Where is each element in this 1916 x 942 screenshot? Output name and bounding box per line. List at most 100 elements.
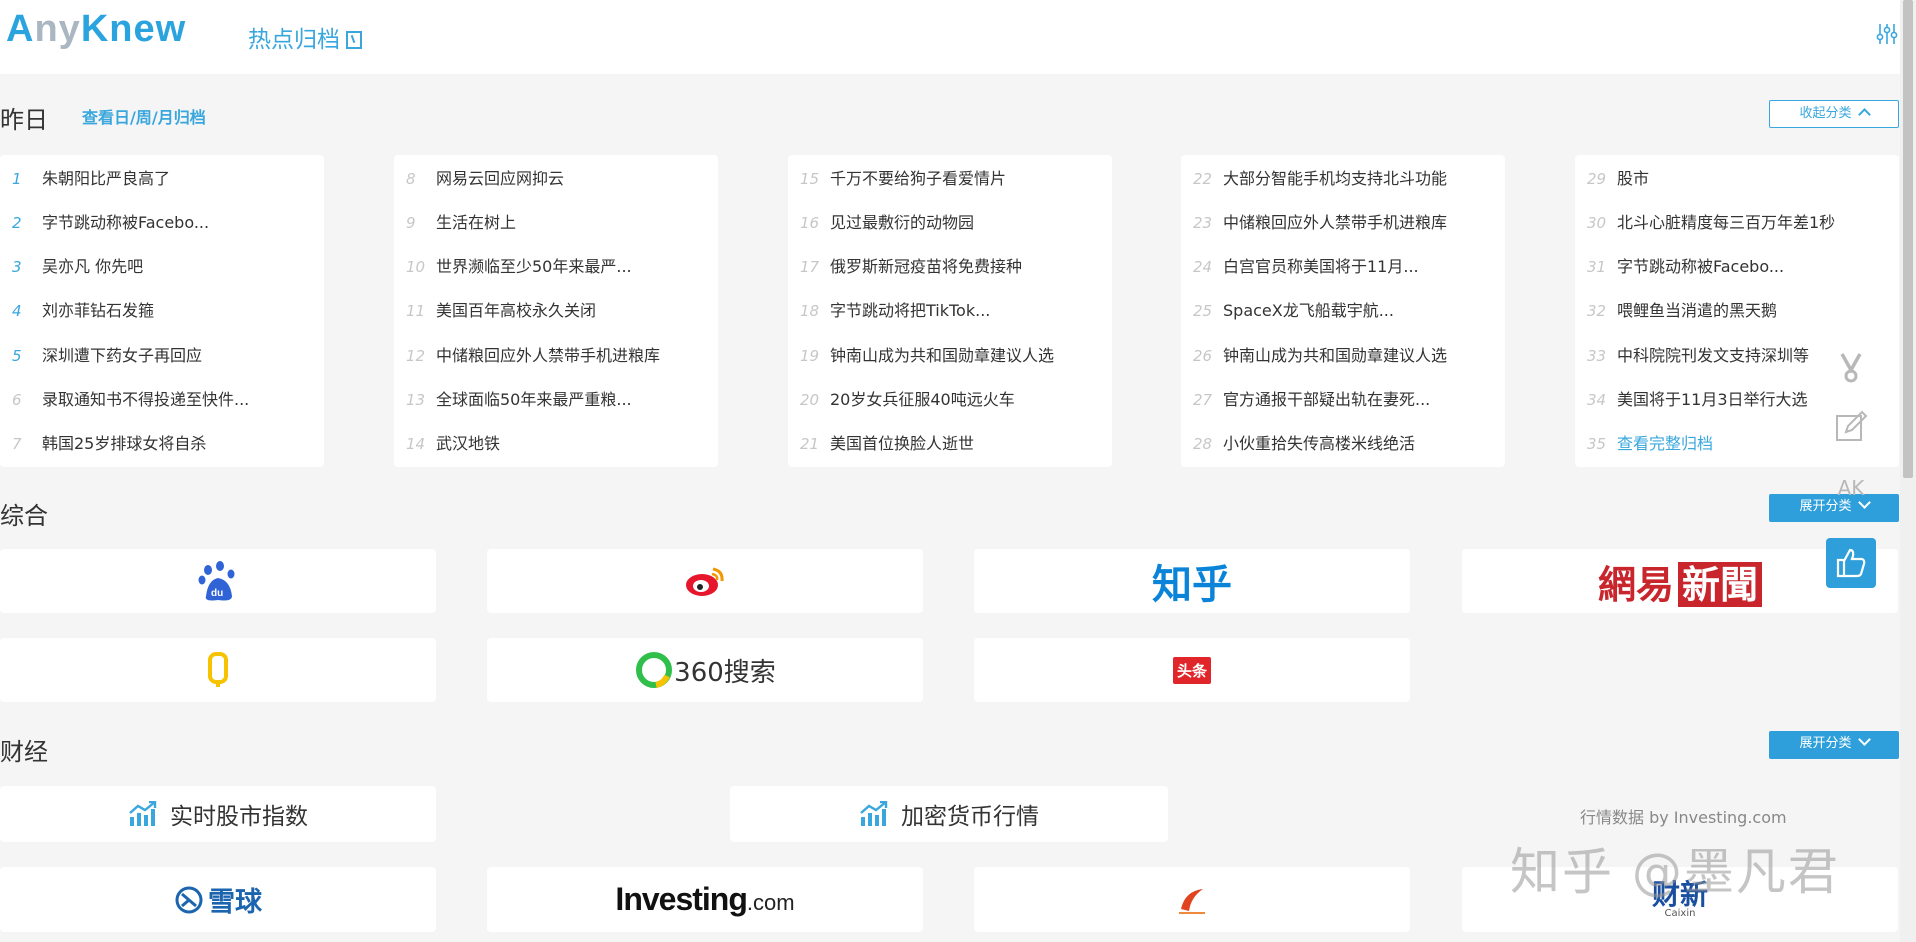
rank-number: 11 xyxy=(406,302,426,320)
360-search-card[interactable]: 360搜索 xyxy=(487,638,923,702)
rank-item[interactable]: 6 录取通知书不得投递至快件... xyxy=(0,385,324,415)
rank-title: 白宫官员称美国将于11月... xyxy=(1223,257,1419,276)
yesterday-title: 昨日 xyxy=(0,106,48,134)
rank-number: 13 xyxy=(406,391,426,409)
baidu-card[interactable]: du xyxy=(0,549,436,613)
finance-expand-button[interactable]: 展开分类 xyxy=(1769,731,1899,759)
edit-button[interactable] xyxy=(1826,402,1876,452)
rank-number: 18 xyxy=(800,302,820,320)
ak-button[interactable]: AK xyxy=(1826,463,1876,513)
rank-item[interactable]: 4 刘亦菲钻石发箍 xyxy=(0,296,324,326)
rank-number: 22 xyxy=(1193,170,1213,188)
rank-number: 19 xyxy=(800,347,820,365)
general-title: 综合 xyxy=(0,502,48,530)
rank-item[interactable]: 14 武汉地铁 xyxy=(394,429,718,459)
rank-item[interactable]: 1 朱朝阳比严良高了 xyxy=(0,164,324,194)
eastmoney-card[interactable] xyxy=(974,867,1410,932)
investing-logo-text: Investing xyxy=(615,881,747,917)
rank-item[interactable]: 30 北斗心脏精度每三百万年差1秒 xyxy=(1575,208,1899,238)
rank-column: 1 朱朝阳比严良高了 2 字节跳动称被Facebo... 3 吴亦凡 你先吧 4 刘亦菲钻石发… xyxy=(0,155,324,467)
rank-title: 千万不要给狗子看爱情片 xyxy=(830,169,1007,188)
rank-item[interactable]: 9 生活在树上 xyxy=(394,208,718,238)
rank-number: 32 xyxy=(1587,302,1607,320)
360-logo-text: 360搜索 xyxy=(674,657,776,688)
rank-title: 吴亦凡 你先吧 xyxy=(42,257,144,276)
toutiao-card[interactable]: 头条 xyxy=(974,638,1410,702)
rank-item[interactable]: 17 俄罗斯新冠疫苗将免费接种 xyxy=(788,252,1112,282)
rank-item[interactable]: 5 深圳遭下药女子再回应 xyxy=(0,341,324,371)
rank-title: 深圳遭下药女子再回应 xyxy=(42,346,203,365)
logo-part-knew: Knew xyxy=(80,8,187,50)
chart-up-icon xyxy=(860,801,888,826)
rank-item[interactable]: 20 20岁女兵征服40吨远火车 xyxy=(788,385,1112,415)
rank-item[interactable]: 3 吴亦凡 你先吧 xyxy=(0,252,324,282)
rank-title: 全球面临50年来最严重粮... xyxy=(436,390,632,409)
rank-item[interactable]: 24 白宫官员称美国将于11月... xyxy=(1181,252,1505,282)
rank-item[interactable]: 11 美国百年高校永久关闭 xyxy=(394,296,718,326)
scissors-icon xyxy=(1840,353,1862,383)
rank-item[interactable]: 19 钟南山成为共和国勋章建议人选 xyxy=(788,341,1112,371)
rank-title: 字节跳动将把TikTok... xyxy=(830,301,991,320)
anyknew-logo[interactable]: AnyKnew xyxy=(6,8,186,51)
rank-title: 字节跳动称被Facebo... xyxy=(42,213,210,232)
zhihu-card[interactable]: 知乎 xyxy=(974,549,1410,613)
archive-period-link[interactable]: 查看日/周/月归档 xyxy=(82,104,206,128)
like-button[interactable] xyxy=(1826,538,1876,588)
rank-item[interactable]: 13 全球面临50年来最严重粮... xyxy=(394,385,718,415)
rank-item[interactable]: 25 SpaceX龙飞船载宇航... xyxy=(1181,296,1505,326)
eastmoney-logo-icon xyxy=(1179,888,1205,914)
rank-number: 10 xyxy=(406,258,426,276)
collapse-category-button[interactable]: 收起分类 xyxy=(1769,100,1899,128)
xueqiu-card[interactable]: 雪球 xyxy=(0,867,436,932)
rank-item[interactable]: 12 中储粮回应外人禁带手机进粮库 xyxy=(394,341,718,371)
rank-item[interactable]: 7 韩国25岁排球女将自杀 xyxy=(0,429,324,459)
rank-item[interactable]: 8 网易云回应网抑云 xyxy=(394,164,718,194)
rank-item[interactable]: 29 股市 xyxy=(1575,164,1899,194)
rank-number: 4 xyxy=(12,302,22,320)
rank-title: 中储粮回应外人禁带手机进粮库 xyxy=(1223,213,1448,232)
rank-item[interactable]: 18 字节跳动将把TikTok... xyxy=(788,296,1112,326)
rank-title: 北斗心脏精度每三百万年差1秒 xyxy=(1617,213,1836,232)
wangyi-news-box: 新聞 xyxy=(1678,561,1763,607)
rank-number: 2 xyxy=(12,214,22,232)
rank-title: 美国首位换脸人逝世 xyxy=(830,434,975,453)
rank-item[interactable]: 10 世界濒临至少50年来最严... xyxy=(394,252,718,282)
scrollbar-thumb[interactable] xyxy=(1903,0,1913,478)
rank-title: 刘亦菲钻石发箍 xyxy=(42,301,155,320)
rank-item[interactable]: 32 喂鲤鱼当消遣的黑天鹅 xyxy=(1575,296,1899,326)
rank-item[interactable]: 26 钟南山成为共和国勋章建议人选 xyxy=(1181,341,1505,371)
rank-title: 录取通知书不得投递至快件... xyxy=(42,390,250,409)
investing-logo: Investing.com xyxy=(615,881,794,918)
full-archive-link: 查看完整归档 xyxy=(1617,434,1714,453)
logo-part-ny: ny xyxy=(34,8,81,50)
logo-part-a: A xyxy=(6,8,35,50)
investing-card[interactable]: Investing.com xyxy=(487,867,923,932)
quote-source-text: 行情数据 by Investing.com xyxy=(1580,808,1787,827)
hot-archive-link[interactable]: 热点归档 xyxy=(248,20,362,54)
rank-number: 35 xyxy=(1587,435,1607,453)
rank-number: 15 xyxy=(800,170,820,188)
scissors-tool-button[interactable] xyxy=(1826,342,1876,392)
investing-logo-suffix: .com xyxy=(746,890,795,915)
rank-item[interactable]: 15 千万不要给狗子看爱情片 xyxy=(788,164,1112,194)
rank-item[interactable]: 2 字节跳动称被Facebo... xyxy=(0,208,324,238)
rank-number: 33 xyxy=(1587,347,1607,365)
settings-sliders-icon[interactable] xyxy=(1876,22,1898,46)
stock-index-card[interactable]: 实时股市指数 xyxy=(0,786,436,842)
rank-item[interactable]: 21 美国首位换脸人逝世 xyxy=(788,429,1112,459)
rank-item[interactable]: 16 见过最敷衍的动物园 xyxy=(788,208,1112,238)
weibo-card[interactable] xyxy=(487,549,923,613)
rank-item[interactable]: 27 官方通报干部疑出轨在妻死... xyxy=(1181,385,1505,415)
chevron-up-icon xyxy=(1857,108,1871,121)
rank-title: 美国将于11月3日举行大选 xyxy=(1617,390,1808,409)
crypto-card[interactable]: 加密货币行情 xyxy=(730,786,1168,842)
qq-card[interactable] xyxy=(0,638,436,702)
rank-number: 24 xyxy=(1193,258,1213,276)
finance-title: 财经 xyxy=(0,738,48,766)
rank-column: 8 网易云回应网抑云 9 生活在树上 10 世界濒临至少50年来最严... 11 美国百年高校… xyxy=(394,155,718,467)
rank-item[interactable]: 22 大部分智能手机均支持北斗功能 xyxy=(1181,164,1505,194)
rank-item[interactable]: 31 字节跳动称被Facebo... xyxy=(1575,252,1899,282)
rank-item[interactable]: 23 中储粮回应外人禁带手机进粮库 xyxy=(1181,208,1505,238)
zhihu-watermark: 知乎 @墨凡君 xyxy=(1510,843,1840,901)
rank-item[interactable]: 28 小伙重拾失传高楼米线绝活 xyxy=(1181,429,1505,459)
